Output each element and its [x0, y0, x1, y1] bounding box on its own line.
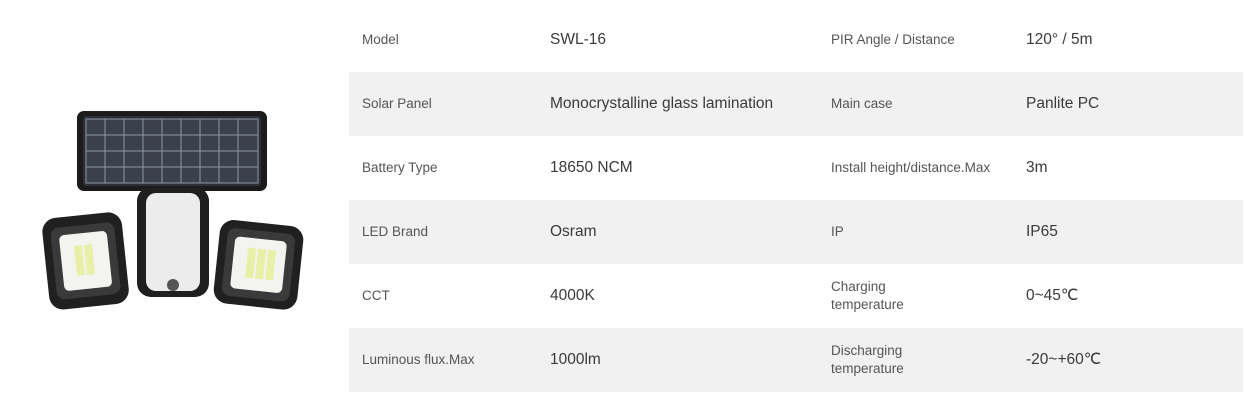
spec-label: Luminous flux.Max	[362, 352, 475, 367]
spec-value: -20~+60℃	[1026, 351, 1102, 368]
spec-value: 0~45℃	[1026, 287, 1079, 304]
spec-label: Discharging temperature	[831, 343, 904, 376]
solar-light-illustration	[42, 111, 304, 310]
product-image	[40, 105, 305, 315]
spec-row-led-brand: LED Brand Osram IP IP65	[349, 200, 1243, 264]
spec-value: Osram	[550, 223, 597, 240]
spec-label: Battery Type	[362, 160, 438, 175]
spec-label: Charging temperature	[831, 279, 904, 312]
spec-value: 120° / 5m	[1026, 31, 1093, 48]
spec-value: Monocrystalline glass lamination	[550, 95, 774, 112]
spec-row-model: Model SWL-16 PIR Angle / Distance 120° /…	[349, 8, 1243, 72]
spec-value: 1000lm	[550, 351, 601, 368]
spec-row-cct: CCT 4000K Charging temperature 0~45℃	[349, 264, 1243, 328]
spec-label: Solar Panel	[362, 96, 432, 111]
spec-value: Panlite PC	[1026, 95, 1100, 112]
spec-value: 4000K	[550, 287, 595, 304]
spec-label: IP	[831, 224, 844, 239]
spec-row-luminous-flux: Luminous flux.Max 1000lm Discharging tem…	[349, 328, 1243, 392]
spec-value: IP65	[1026, 223, 1058, 240]
spec-row-battery-type: Battery Type 18650 NCM Install height/di…	[349, 136, 1243, 200]
spec-value: 3m	[1026, 159, 1048, 176]
spec-row-solar-panel: Solar Panel Monocrystalline glass lamina…	[349, 72, 1243, 136]
spec-label: Model	[362, 32, 399, 47]
spec-label: Install height/distance.Max	[831, 160, 991, 175]
spec-label: CCT	[362, 288, 390, 303]
spec-label: Main case	[831, 96, 893, 111]
spec-value: 18650 NCM	[550, 159, 633, 176]
spec-label: LED Brand	[362, 224, 429, 239]
spec-table: Model SWL-16 PIR Angle / Distance 120° /…	[349, 8, 1243, 392]
spec-value: SWL-16	[550, 31, 606, 48]
spec-label: PIR Angle / Distance	[831, 32, 955, 47]
